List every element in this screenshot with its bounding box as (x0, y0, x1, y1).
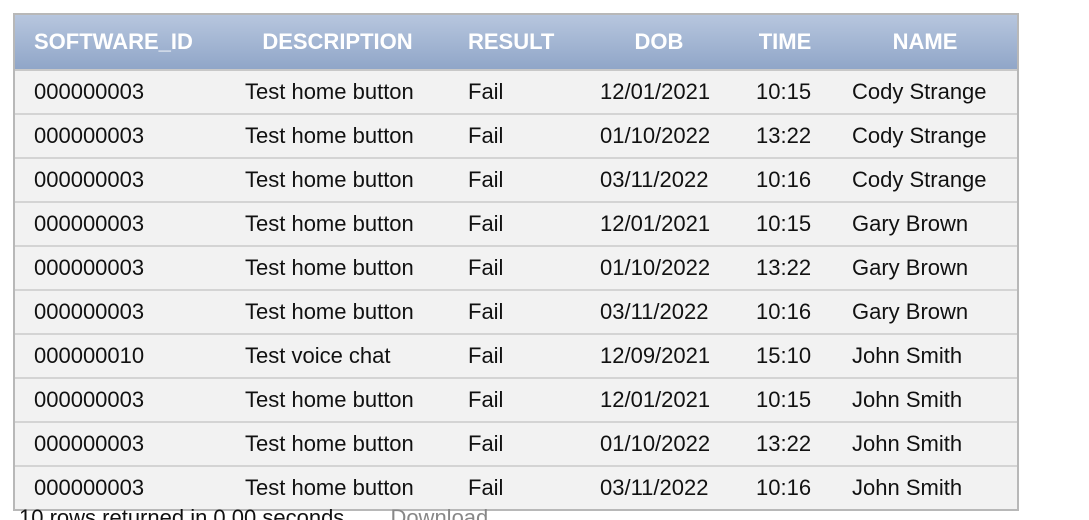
cell-dob: 01/10/2022 (600, 255, 711, 280)
cell-dob: 12/09/2021 (600, 343, 711, 368)
cell-name: Cody Strange (852, 167, 987, 192)
cell-time: 13:22 (756, 431, 812, 456)
table-row: 000000003 Test home button Fail 12/01/2021 1… (15, 71, 1017, 113)
cell-name: John Smith (852, 343, 963, 368)
table-header: SOFTWARE_ID DESCRIPTION RESULT DOB TIME … (15, 15, 1017, 71)
cell-dob: 03/11/2022 (600, 475, 709, 500)
cell-software-id: 000000003 (34, 387, 145, 412)
column-header-time: TIME (758, 29, 812, 54)
cell-name: John Smith (852, 387, 963, 412)
table-row: 000000003 Test home button Fail 01/10/2022 1… (15, 421, 1017, 465)
cell-time: 10:16 (756, 475, 812, 500)
cell-description: Test home button (245, 255, 414, 280)
cell-dob: 12/01/2021 (600, 79, 711, 104)
cell-software-id: 000000003 (34, 79, 145, 104)
rows-returned-status: 10 rows returned in 0.00 seconds (19, 505, 345, 520)
cell-time: 10:15 (756, 211, 812, 236)
column-header-description: DESCRIPTION (262, 29, 413, 54)
cell-description: Test home button (245, 79, 414, 104)
download-link[interactable]: Download (390, 505, 488, 520)
cell-description: Test home button (245, 475, 414, 500)
cell-name: Gary Brown (852, 255, 969, 280)
cell-time: 10:16 (756, 299, 812, 324)
cell-software-id: 000000003 (34, 123, 145, 148)
table-row: 000000003 Test home button Fail 12/01/2021 1… (15, 201, 1017, 245)
column-header-software-id: SOFTWARE_ID (34, 29, 193, 54)
table-row: 000000003 Test home button Fail 01/10/2022 1… (15, 245, 1017, 289)
table-row: 000000010 Test voice chat Fail 12/09/2021 15… (15, 333, 1017, 377)
cell-software-id: 000000010 (34, 343, 145, 368)
column-header-dob: DOB (634, 29, 684, 54)
cell-time: 15:10 (756, 343, 812, 368)
cell-description: Test home button (245, 299, 414, 324)
cell-result: Fail (468, 299, 504, 324)
cell-dob: 03/11/2022 (600, 299, 709, 324)
table-row: 000000003 Test home button Fail 01/10/2022 1… (15, 113, 1017, 157)
cell-result: Fail (468, 431, 504, 456)
cell-software-id: 000000003 (34, 211, 145, 236)
cell-time: 10:15 (756, 79, 812, 104)
cell-time: 10:15 (756, 387, 812, 412)
cell-software-id: 000000003 (34, 475, 145, 500)
cell-software-id: 000000003 (34, 299, 145, 324)
cell-software-id: 000000003 (34, 255, 145, 280)
cell-dob: 03/11/2022 (600, 167, 709, 192)
cell-result: Fail (468, 211, 504, 236)
column-header-name: NAME (892, 29, 958, 54)
query-footer: 10 rows returned in 0.00 seconds Downloa… (19, 505, 488, 520)
results-table: SOFTWARE_ID DESCRIPTION RESULT DOB TIME … (13, 13, 1019, 511)
column-header-result: RESULT (468, 29, 555, 54)
cell-description: Test voice chat (245, 343, 391, 368)
cell-description: Test home button (245, 211, 414, 236)
cell-time: 13:22 (756, 255, 812, 280)
cell-name: Cody Strange (852, 79, 987, 104)
table-row: 000000003 Test home button Fail 12/01/2021 1… (15, 377, 1017, 421)
cell-dob: 12/01/2021 (600, 387, 711, 412)
cell-description: Test home button (245, 123, 414, 148)
cell-dob: 01/10/2022 (600, 431, 711, 456)
cell-time: 13:22 (756, 123, 812, 148)
cell-software-id: 000000003 (34, 167, 145, 192)
cell-result: Fail (468, 255, 504, 280)
cell-dob: 01/10/2022 (600, 123, 711, 148)
cell-name: Gary Brown (852, 211, 969, 236)
cell-result: Fail (468, 387, 504, 412)
cell-result: Fail (468, 79, 504, 104)
cell-result: Fail (468, 123, 504, 148)
cell-software-id: 000000003 (34, 431, 145, 456)
cell-name: Gary Brown (852, 299, 969, 324)
cell-name: John Smith (852, 431, 963, 456)
cell-time: 10:16 (756, 167, 812, 192)
cell-description: Test home button (245, 167, 414, 192)
cell-name: Cody Strange (852, 123, 987, 148)
cell-description: Test home button (245, 431, 414, 456)
cell-result: Fail (468, 167, 504, 192)
cell-result: Fail (468, 475, 504, 500)
cell-description: Test home button (245, 387, 414, 412)
cell-result: Fail (468, 343, 504, 368)
cell-name: John Smith (852, 475, 963, 500)
table-row: 000000003 Test home button Fail 03/11/2022 1… (15, 289, 1017, 333)
cell-dob: 12/01/2021 (600, 211, 711, 236)
table-row: 000000003 Test home button Fail 03/11/2022 1… (15, 465, 1017, 509)
table-row: 000000003 Test home button Fail 03/11/2022 1… (15, 157, 1017, 201)
